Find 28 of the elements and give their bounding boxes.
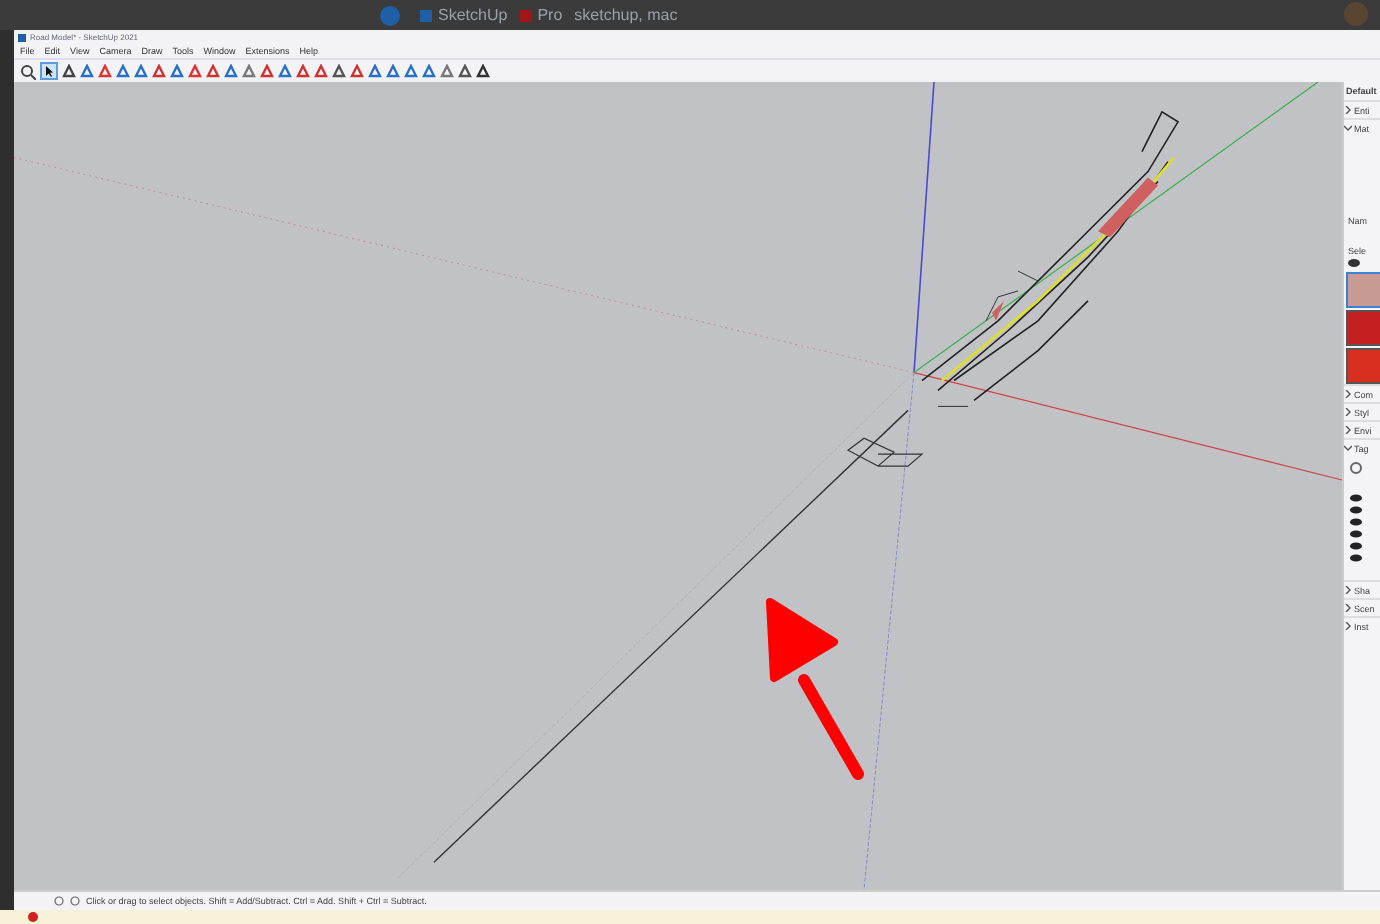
eye-icon[interactable] [1350, 506, 1362, 514]
chevron-right-icon [1344, 426, 1352, 434]
select-arrow-icon[interactable] [40, 62, 58, 80]
chevron-down-icon [1344, 124, 1352, 132]
add-tag-icon[interactable] [1350, 462, 1362, 474]
material-swatch[interactable] [1346, 272, 1380, 308]
chevron-down-icon [1344, 444, 1352, 452]
chevron-right-icon [1344, 106, 1352, 114]
chevron-right-icon [1344, 604, 1352, 612]
material-swatch[interactable] [1346, 310, 1380, 346]
topic-tag[interactable]: Pro [519, 6, 563, 24]
topic-tag[interactable]: SketchUp [420, 6, 508, 24]
eye-icon[interactable] [1350, 542, 1362, 550]
search-icon[interactable] [20, 63, 36, 79]
eye-icon[interactable] [1350, 494, 1362, 502]
warning-icon [28, 912, 38, 922]
chevron-right-icon [1344, 408, 1352, 416]
eye-icon[interactable] [1350, 554, 1362, 562]
material-swatch[interactable] [1346, 348, 1380, 384]
topic-tag[interactable]: sketchup, mac [574, 6, 678, 24]
logo-icon [380, 5, 400, 25]
app-icon [18, 33, 26, 41]
chevron-right-icon [1344, 586, 1352, 594]
eye-icon[interactable] [1350, 530, 1362, 538]
chevron-right-icon [1344, 622, 1352, 630]
eye-icon[interactable] [1350, 518, 1362, 526]
eye-icon[interactable] [1348, 258, 1360, 268]
chevron-right-icon [1344, 390, 1352, 398]
